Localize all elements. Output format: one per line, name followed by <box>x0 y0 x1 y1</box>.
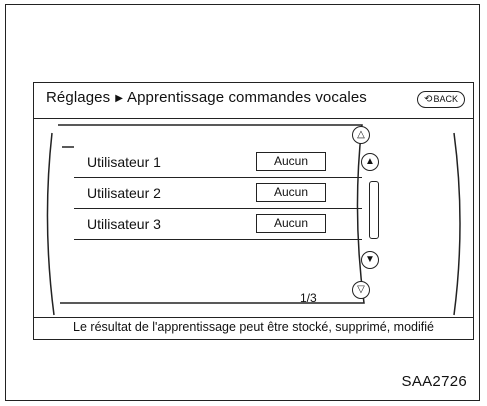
double-chevron-down-icon: ▽ <box>357 284 365 295</box>
double-chevron-up-icon: △ <box>357 129 365 140</box>
user-value-box[interactable]: Aucun <box>256 214 326 233</box>
page-up-button[interactable]: △ <box>352 126 370 144</box>
scrollbar[interactable] <box>369 181 379 239</box>
page-down-button[interactable]: ▽ <box>352 281 370 299</box>
chevron-down-icon: ▼ <box>365 254 375 265</box>
display-screen: Réglages ▶ Apprentissage commandes vocales… <box>33 82 474 340</box>
user-label: Utilisateur 1 <box>87 154 161 170</box>
list-item[interactable]: Utilisateur 1 Aucun <box>74 147 362 178</box>
status-bar: Le résultat de l'apprentissage peut être… <box>34 317 473 339</box>
scroll-down-button[interactable]: ▼ <box>361 251 379 269</box>
user-value-box[interactable]: Aucun <box>256 183 326 202</box>
scroll-up-button[interactable]: ▲ <box>361 153 379 171</box>
chevron-up-icon: ▲ <box>365 156 375 167</box>
figure-frame: Réglages ▶ Apprentissage commandes vocales… <box>5 4 480 401</box>
user-label: Utilisateur 3 <box>87 216 161 232</box>
user-value-box[interactable]: Aucun <box>256 152 326 171</box>
page-indicator: 1/3 <box>300 291 317 305</box>
user-label: Utilisateur 2 <box>87 185 161 201</box>
list-item[interactable]: Utilisateur 2 Aucun <box>74 178 362 209</box>
list-item[interactable]: Utilisateur 3 Aucun <box>74 209 362 240</box>
figure-code: SAA2726 <box>401 373 467 390</box>
